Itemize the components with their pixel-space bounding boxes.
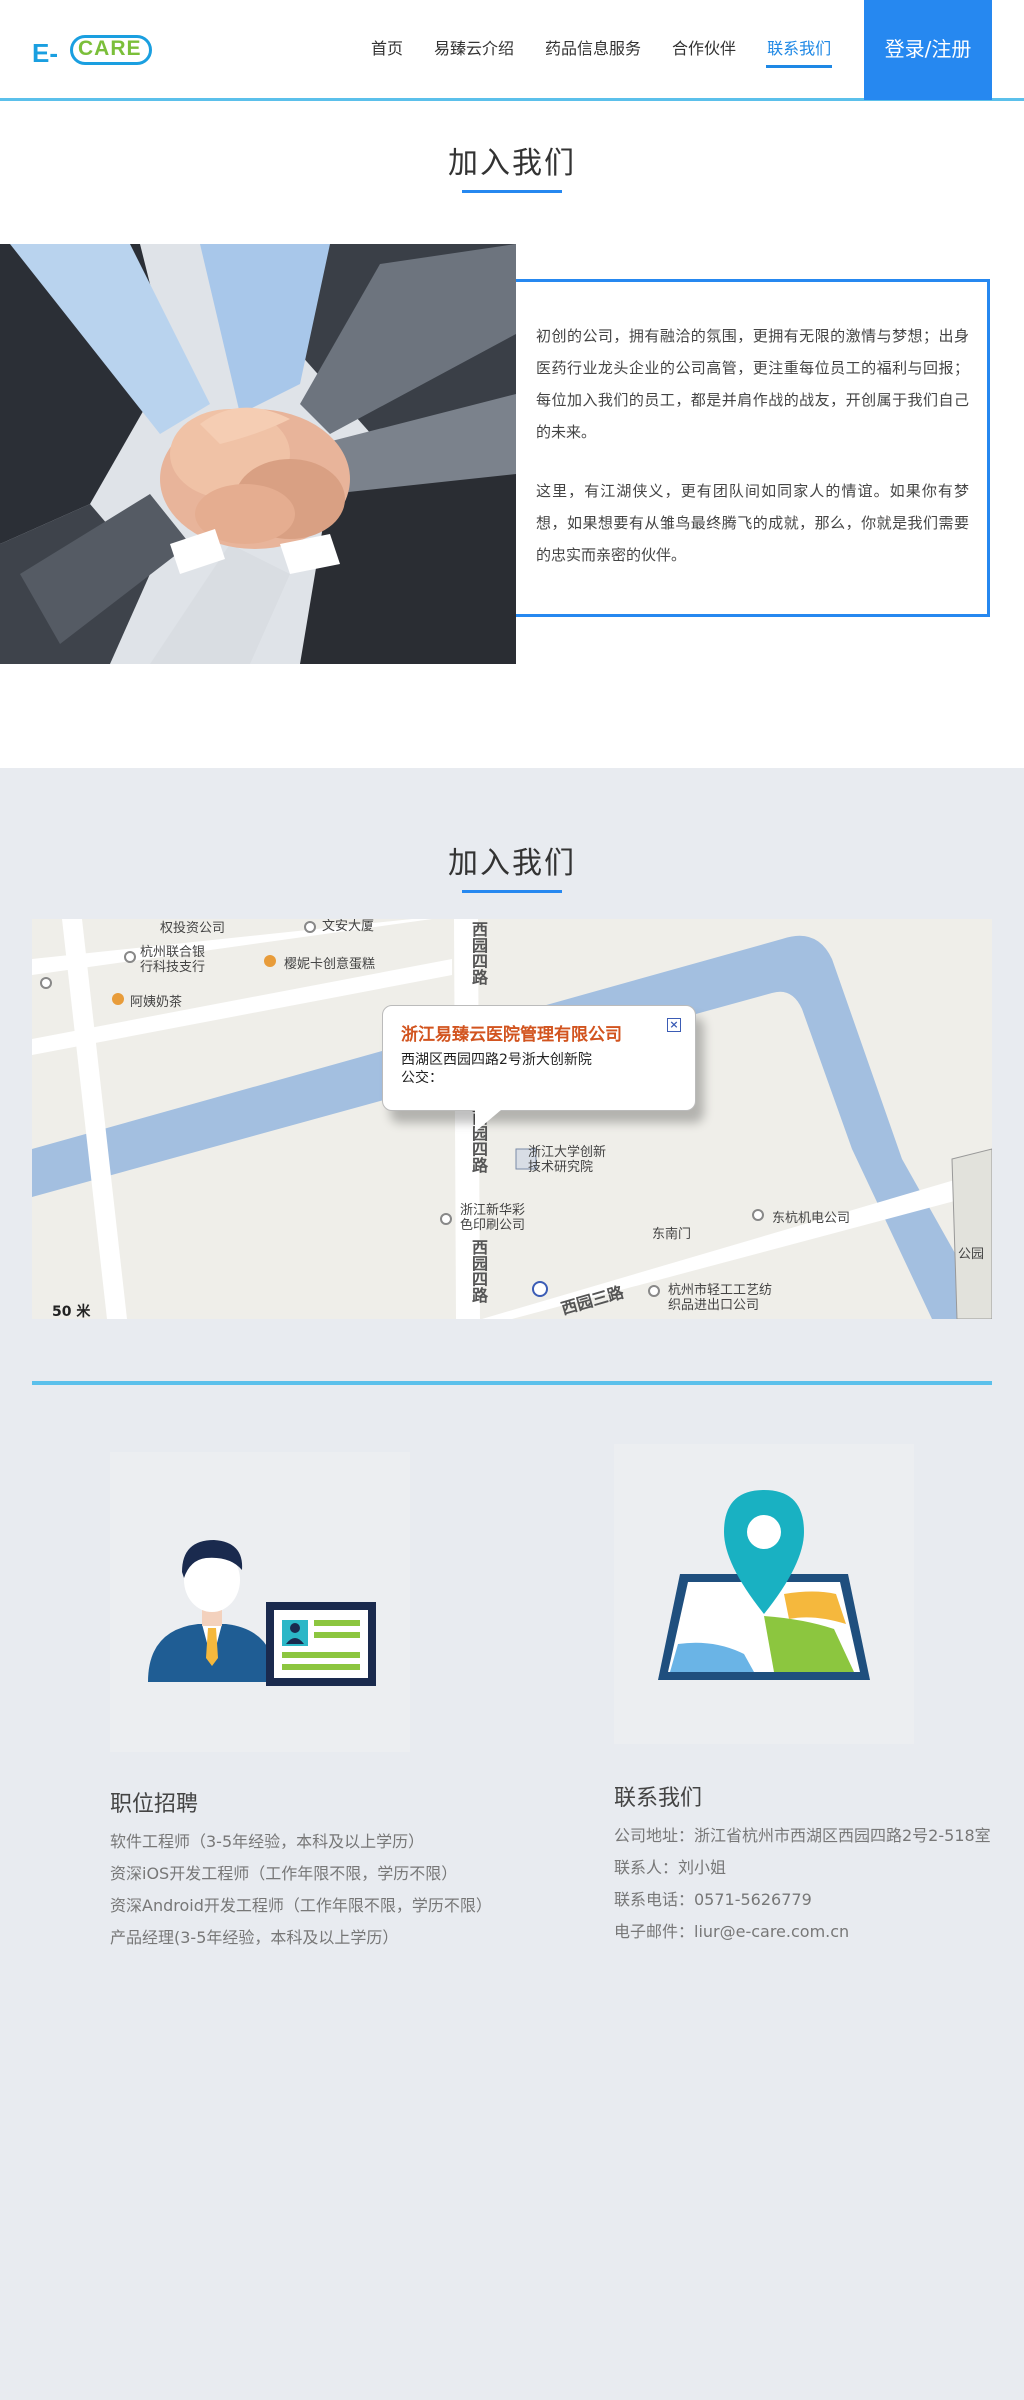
map-label-park: 公园 [958, 1247, 985, 1262]
map-label-bank: 杭州联合银 行科技支行 [140, 945, 206, 975]
location-title: 加入我们 [448, 846, 576, 881]
job-item[interactable]: 软件工程师（3-5年经验，本科及以上学历） [110, 1828, 424, 1852]
map-label-milktea: 阿姨奶茶 [130, 995, 183, 1010]
intro-paragraph-1: 初创的公司，拥有融洽的氛围，更拥有无限的激情与梦想；出身医药行业龙头企业的公司高… [536, 327, 969, 441]
nav-partners[interactable]: 合作伙伴 [671, 0, 737, 98]
contact-email[interactable]: 电子邮件：liur@e-care.com.cn [614, 1918, 849, 1942]
job-item[interactable]: 产品经理(3-5年经验，本科及以上学历） [110, 1924, 398, 1948]
popup-address: 西湖区西园四路2号浙大创新院 [401, 1052, 592, 1068]
map-label-light-industry: 杭州市轻工工艺纺 织品进出口公司 [668, 1283, 773, 1313]
nav-drug-info[interactable]: 药品信息服务 [544, 0, 642, 98]
join-title-underline [462, 190, 562, 193]
map-label-dongnanmen: 东南门 [652, 1227, 692, 1242]
nav-about[interactable]: 易臻云介绍 [433, 0, 515, 98]
road-label-xiyuan4-low: 西园四路 [469, 1239, 488, 1303]
popup-close-icon[interactable]: × [667, 1018, 681, 1032]
job-item[interactable]: 资深Android开发工程师（工作年限不限，学历不限） [110, 1892, 492, 1916]
map-label-wenan: 文安大厦 [322, 919, 375, 934]
section-divider [32, 1381, 992, 1385]
popup-tail [475, 1110, 501, 1132]
contact-person: 联系人：刘小姐 [614, 1858, 727, 1877]
join-intro-box: 初创的公司，拥有融洽的氛围，更拥有无限的激情与梦想；出身医药行业龙头企业的公司高… [516, 279, 990, 617]
logo-text: CARE [78, 37, 142, 60]
map-label-institute: 浙江大学创新 技术研究院 [528, 1145, 607, 1175]
site-header: E- CARE 首页 易臻云介绍 药品信息服务 合作伙伴 联系我们 登录/注册 [0, 0, 1024, 101]
map-info-popup: 浙江易臻云医院管理有限公司 西湖区西园四路2号浙大创新院 公交： × [382, 1005, 696, 1132]
jobs-title: 职位招聘 [110, 1792, 199, 1817]
location-title-underline [462, 890, 562, 893]
contact-title: 联系我们 [614, 1786, 703, 1811]
map-label-invest: 权投资公司 [160, 921, 226, 936]
location-map[interactable]: 西园四路 西园四路 西园四路 西园三路 权投资公司 文安大厦 杭州联合银 行科技… [32, 919, 992, 1319]
join-title: 加入我们 [448, 146, 576, 181]
login-register-button[interactable]: 登录/注册 [864, 0, 992, 100]
map-pin-icon [614, 1444, 914, 1744]
map-label-cake: 樱妮卡创意蛋糕 [284, 957, 376, 972]
recruit-person-icon [110, 1452, 410, 1752]
contact-address: 公司地址：浙江省杭州市西湖区西园四路2号2-518室 [614, 1826, 991, 1845]
main-nav: 首页 易臻云介绍 药品信息服务 合作伙伴 联系我们 [370, 0, 861, 98]
intro-paragraph-2: 这里，有江湖侠义，更有团队间如同家人的情谊。如果你有梦想，如果想要有从雏鸟最终腾… [536, 482, 969, 564]
recruit-illustration [110, 1452, 410, 1752]
logo-prefix: E- [32, 38, 58, 68]
road-label-xiyuan4-top: 西园四路 [469, 921, 488, 985]
map-scale: 50 米 [52, 1304, 91, 1319]
nav-contact[interactable]: 联系我们 [766, 0, 833, 98]
contact-phone: 联系电话：0571-5626779 [614, 1890, 812, 1909]
popup-company-name: 浙江易臻云医院管理有限公司 [401, 1025, 622, 1045]
contact-illustration [614, 1444, 914, 1744]
team-hands-photo [0, 244, 516, 664]
nav-home[interactable]: 首页 [370, 0, 404, 98]
map-label-dongfang: 东杭机电公司 [772, 1211, 851, 1226]
ecare-logo[interactable]: E- CARE [32, 32, 154, 68]
popup-bus: 公交： [401, 1070, 443, 1086]
job-item[interactable]: 资深iOS开发工程师（工作年限不限，学历不限） [110, 1860, 457, 1884]
map-label-printing: 浙江新华彩 色印刷公司 [460, 1203, 526, 1233]
